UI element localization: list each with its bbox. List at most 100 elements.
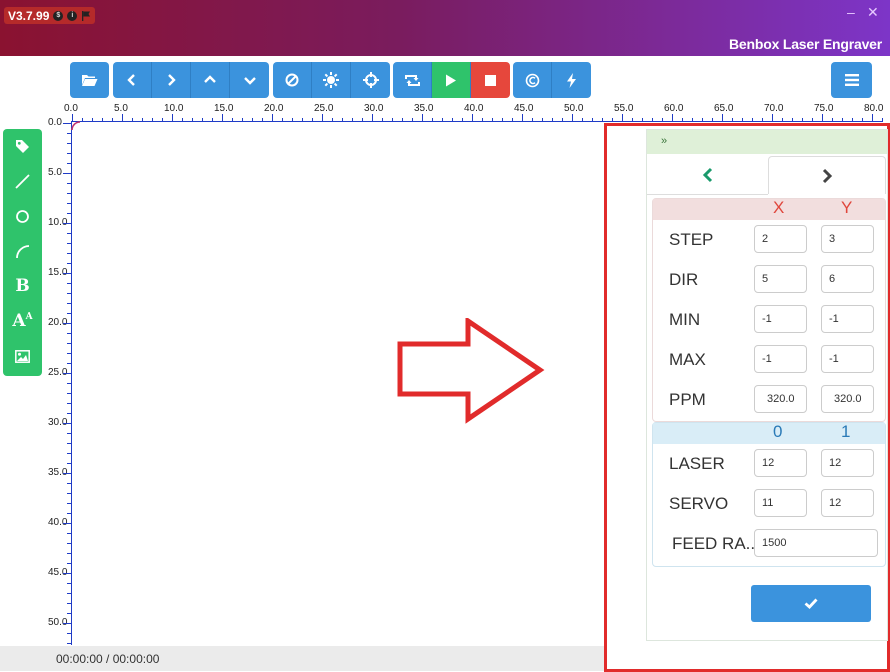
ruler-x-tick [392, 118, 393, 122]
axis-y-input[interactable] [821, 345, 874, 373]
file-group [70, 62, 109, 98]
info-icon[interactable]: i [67, 10, 78, 21]
ruler-x-tick [792, 118, 793, 122]
ruler-y-tick [67, 163, 71, 164]
ruler-x-tick [882, 118, 883, 122]
ruler-y-tick [67, 503, 71, 504]
right-arrow-icon [397, 318, 545, 424]
ruler-x-label: 55.0 [614, 103, 634, 114]
laser-control-group [273, 62, 390, 98]
ruler-y-tick [67, 213, 71, 214]
ruler-y-tick [67, 303, 71, 304]
ruler-y-tick [63, 523, 71, 524]
ruler-x-label: 50.0 [564, 103, 584, 114]
ruler-x-tick [502, 118, 503, 122]
ruler-x-label: 25.0 [314, 103, 334, 114]
ruler-x-label: 75.0 [814, 103, 834, 114]
ruler-x-tick [582, 118, 583, 122]
ruler-y-tick [67, 443, 71, 444]
ruler-x-tick [242, 118, 243, 122]
feed-rate-input[interactable] [754, 529, 878, 557]
center-button[interactable] [351, 62, 390, 98]
sun-icon [323, 72, 339, 88]
move-left-button[interactable] [113, 62, 152, 98]
ruler-x-tick [632, 118, 633, 122]
menu-button[interactable] [831, 62, 872, 98]
output-v1-input[interactable] [821, 449, 874, 477]
ruler-y-tick [67, 433, 71, 434]
column-1-label: 1 [841, 422, 851, 441]
axis-y-input[interactable] [821, 225, 874, 253]
ruler-y-tick [67, 203, 71, 204]
collapse-toggle[interactable]: » [661, 135, 667, 147]
close-button[interactable]: ✕ [867, 4, 879, 21]
ruler-y-tick [67, 383, 71, 384]
ruler-y-tick [63, 273, 71, 274]
ruler-y-tick [63, 423, 71, 424]
ruler-x-tick [132, 118, 133, 122]
move-up-button[interactable] [191, 62, 230, 98]
confirm-button[interactable] [751, 585, 871, 622]
ruler-x-tick [642, 118, 643, 122]
chevron-down-icon [243, 77, 256, 85]
settings-icon[interactable]: $ [53, 10, 64, 21]
bold-text-tool[interactable]: B [3, 271, 42, 301]
time-readout: 00:00:00 / 00:00:00 [56, 652, 160, 666]
axis-x-input[interactable] [754, 345, 807, 373]
axis-x-input[interactable] [754, 305, 807, 333]
bolt-icon [567, 72, 576, 88]
axis-x-input[interactable] [754, 385, 807, 413]
ruler-x-tick [212, 118, 213, 122]
ruler-x-tick [442, 118, 443, 122]
output-header: 0 1 [653, 422, 885, 444]
output-v0-input[interactable] [754, 449, 807, 477]
ruler-y-tick [67, 143, 71, 144]
flag-icon[interactable] [81, 10, 91, 21]
ruler-y-tick [67, 133, 71, 134]
move-down-button[interactable] [230, 62, 269, 98]
ruler-x-tick [732, 118, 733, 122]
axis-y-input[interactable] [821, 305, 874, 333]
ruler-y-tick [67, 613, 71, 614]
arc-tool[interactable] [3, 236, 42, 266]
version-label: V3.7.99 [8, 8, 50, 23]
laser-test-button[interactable] [312, 62, 351, 98]
stop-button[interactable] [471, 62, 510, 98]
tab-next[interactable] [768, 156, 886, 194]
font-size-tool[interactable]: AA [3, 306, 42, 336]
ruler-x-tick [312, 118, 313, 122]
open-file-button[interactable] [70, 62, 109, 98]
power-button[interactable] [552, 62, 591, 98]
axis-y-input[interactable] [821, 385, 874, 413]
axis-x-input[interactable] [754, 225, 807, 253]
output-v1-input[interactable] [821, 489, 874, 517]
ruler-y-tick [67, 453, 71, 454]
axis-y-input[interactable] [821, 265, 874, 293]
image-tool[interactable] [3, 341, 42, 371]
status-bar: 00:00:00 / 00:00:00 [0, 646, 604, 671]
ruler-x-tick [602, 118, 603, 122]
ruler-x-tick [762, 118, 763, 122]
line-tool[interactable] [3, 166, 42, 196]
gcode-button[interactable] [513, 62, 552, 98]
output-v0-input[interactable] [754, 489, 807, 517]
ruler-y-tick [63, 373, 71, 374]
repeat-button[interactable] [393, 62, 432, 98]
ruler-x-tick [372, 114, 373, 122]
minimize-button[interactable]: – [847, 4, 855, 20]
font-size-label: A [12, 311, 26, 331]
tag-tool[interactable] [3, 131, 42, 161]
ruler-x-label: 10.0 [164, 103, 184, 114]
ruler-x-tick [262, 118, 263, 122]
disable-button[interactable] [273, 62, 312, 98]
chevron-up-icon [204, 75, 216, 83]
circle-tool[interactable] [3, 201, 42, 231]
ruler-x-tick [802, 118, 803, 122]
ruler-x-tick [292, 118, 293, 122]
start-button[interactable] [432, 62, 471, 98]
circle-icon [16, 209, 29, 223]
tab-prev[interactable] [647, 156, 768, 195]
axis-x-input[interactable] [754, 265, 807, 293]
ruler-y-tick [67, 233, 71, 234]
move-right-button[interactable] [152, 62, 191, 98]
